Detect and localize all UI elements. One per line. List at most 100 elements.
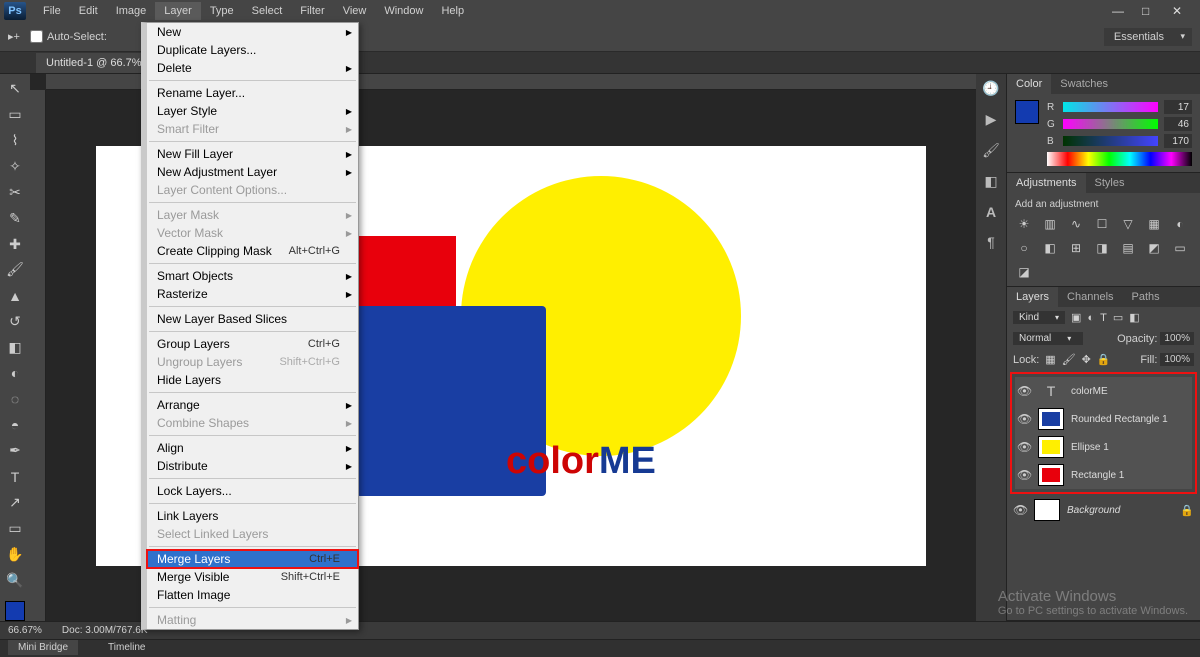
layer-row[interactable]: 👁 Rectangle 1 <box>1015 461 1192 489</box>
gradient-map-icon[interactable]: ▭ <box>1171 240 1189 256</box>
tab-adjustments[interactable]: Adjustments <box>1007 173 1086 193</box>
type-tool-icon[interactable]: T <box>4 466 26 488</box>
color-swatch[interactable] <box>1015 100 1039 124</box>
channel-mixer-icon[interactable]: ◧ <box>1041 240 1059 256</box>
char-panel-icon[interactable]: A <box>986 204 996 220</box>
layer-name[interactable]: Ellipse 1 <box>1071 442 1109 453</box>
menu-item-merge-layers[interactable]: Merge LayersCtrl+E <box>147 550 358 568</box>
menu-item-arrange[interactable]: Arrange <box>147 396 358 414</box>
exposure-icon[interactable]: ☐ <box>1093 216 1111 232</box>
tab-timeline[interactable]: Timeline <box>98 640 155 655</box>
pen-tool-icon[interactable]: ✒ <box>4 440 26 462</box>
layer-row-bg[interactable]: 👁 Background 🔒 <box>1007 496 1200 524</box>
menu-item-merge-visible[interactable]: Merge VisibleShift+Ctrl+E <box>147 568 358 586</box>
minimize-icon[interactable]: — <box>1112 4 1126 18</box>
filter-shape-icon[interactable]: ▭ <box>1113 311 1123 324</box>
zoom-readout[interactable]: 66.67% <box>8 625 42 636</box>
menu-view[interactable]: View <box>334 2 376 20</box>
menu-type[interactable]: Type <box>201 2 243 20</box>
tab-swatches[interactable]: Swatches <box>1051 74 1117 94</box>
menu-item-duplicate-layers-[interactable]: Duplicate Layers... <box>147 41 358 59</box>
visibility-icon[interactable]: 👁 <box>1017 468 1031 482</box>
dodge-tool-icon[interactable]: ◓ <box>4 414 26 436</box>
opacity-value[interactable]: 100% <box>1160 332 1194 345</box>
tab-paths[interactable]: Paths <box>1123 287 1169 307</box>
color-spectrum[interactable] <box>1047 152 1192 166</box>
bw-icon[interactable]: ◐ <box>1171 216 1189 232</box>
visibility-icon[interactable]: 👁 <box>1013 503 1027 517</box>
blendmode-dropdown[interactable]: Normal <box>1013 332 1083 345</box>
menu-item-rename-layer-[interactable]: Rename Layer... <box>147 84 358 102</box>
menu-help[interactable]: Help <box>432 2 473 20</box>
stamp-tool-icon[interactable]: ▲ <box>4 285 26 307</box>
menu-item-rasterize[interactable]: Rasterize <box>147 285 358 303</box>
eraser-tool-icon[interactable]: ◧ <box>4 337 26 359</box>
menu-image[interactable]: Image <box>107 2 156 20</box>
zoom-tool-icon[interactable]: 🔍 <box>4 569 26 591</box>
auto-select-box[interactable] <box>30 30 43 43</box>
b-slider[interactable] <box>1063 136 1158 146</box>
lock-move-icon[interactable]: ✥ <box>1082 353 1091 366</box>
gradient-tool-icon[interactable]: ◐ <box>4 362 26 384</box>
layer-name[interactable]: colorME <box>1071 386 1108 397</box>
menu-item-new-layer-based-slices[interactable]: New Layer Based Slices <box>147 310 358 328</box>
para-panel-icon[interactable]: ¶ <box>987 234 995 250</box>
tab-channels[interactable]: Channels <box>1058 287 1122 307</box>
menu-item-hide-layers[interactable]: Hide Layers <box>147 371 358 389</box>
menu-item-delete[interactable]: Delete <box>147 59 358 77</box>
visibility-icon[interactable]: 👁 <box>1017 412 1031 426</box>
menu-item-group-layers[interactable]: Group LayersCtrl+G <box>147 335 358 353</box>
menu-filter[interactable]: Filter <box>291 2 333 20</box>
tab-mini-bridge[interactable]: Mini Bridge <box>8 640 78 655</box>
wand-tool-icon[interactable]: ✧ <box>4 156 26 178</box>
foreground-color-swatch[interactable] <box>5 601 25 621</box>
heal-tool-icon[interactable]: ✚ <box>4 233 26 255</box>
menu-item-smart-objects[interactable]: Smart Objects <box>147 267 358 285</box>
filter-smart-icon[interactable]: ◧ <box>1129 311 1139 324</box>
menu-item-create-clipping-mask[interactable]: Create Clipping MaskAlt+Ctrl+G <box>147 242 358 260</box>
menu-item-new-adjustment-layer[interactable]: New Adjustment Layer <box>147 163 358 181</box>
hand-tool-icon[interactable]: ✋ <box>4 543 26 565</box>
layer-row[interactable]: 👁 Rounded Rectangle 1 <box>1015 405 1192 433</box>
crop-tool-icon[interactable]: ✂ <box>4 181 26 203</box>
tab-styles[interactable]: Styles <box>1086 173 1134 193</box>
maximize-icon[interactable]: □ <box>1142 4 1156 18</box>
selective-icon[interactable]: ◪ <box>1015 264 1033 280</box>
path-tool-icon[interactable]: ↗ <box>4 492 26 514</box>
layer-name[interactable]: Rectangle 1 <box>1071 470 1124 481</box>
blur-tool-icon[interactable]: ◌ <box>4 388 26 410</box>
brush-tool-icon[interactable]: 🖌 <box>4 259 26 281</box>
g-slider[interactable] <box>1063 119 1158 129</box>
threshold-icon[interactable]: ◩ <box>1145 240 1163 256</box>
marquee-tool-icon[interactable]: ▭ <box>4 104 26 126</box>
hue-icon[interactable]: ▦ <box>1145 216 1163 232</box>
menu-edit[interactable]: Edit <box>70 2 107 20</box>
menu-item-layer-style[interactable]: Layer Style <box>147 102 358 120</box>
lock-paint-icon[interactable]: 🖌 <box>1062 353 1076 366</box>
history-brush-icon[interactable]: ↺ <box>4 311 26 333</box>
menu-item-new-fill-layer[interactable]: New Fill Layer <box>147 145 358 163</box>
tab-layers[interactable]: Layers <box>1007 287 1058 307</box>
layer-name-bg[interactable]: Background <box>1067 505 1120 516</box>
g-value[interactable]: 46 <box>1164 117 1192 131</box>
layer-row[interactable]: 👁 Ellipse 1 <box>1015 433 1192 461</box>
r-value[interactable]: 17 <box>1164 100 1192 114</box>
menu-item-align[interactable]: Align <box>147 439 358 457</box>
brushes-panel-icon[interactable]: 🖌 <box>982 142 1000 159</box>
menu-select[interactable]: Select <box>243 2 292 20</box>
auto-select-checkbox[interactable]: Auto-Select: <box>30 30 107 43</box>
menu-item-flatten-image[interactable]: Flatten Image <box>147 586 358 604</box>
levels-icon[interactable]: ▥ <box>1041 216 1059 232</box>
invert-icon[interactable]: ◨ <box>1093 240 1111 256</box>
menu-item-lock-layers-[interactable]: Lock Layers... <box>147 482 358 500</box>
clone-panel-icon[interactable]: ◧ <box>984 173 997 190</box>
lookup-icon[interactable]: ⊞ <box>1067 240 1085 256</box>
brightness-icon[interactable]: ☀ <box>1015 216 1033 232</box>
layer-row[interactable]: 👁 T colorME <box>1015 377 1192 405</box>
curves-icon[interactable]: ∿ <box>1067 216 1085 232</box>
visibility-icon[interactable]: 👁 <box>1017 440 1031 454</box>
menu-item-link-layers[interactable]: Link Layers <box>147 507 358 525</box>
menu-file[interactable]: File <box>34 2 70 20</box>
logo-text[interactable]: colorME <box>506 440 656 483</box>
filter-adj-icon[interactable]: ◐ <box>1087 312 1094 324</box>
